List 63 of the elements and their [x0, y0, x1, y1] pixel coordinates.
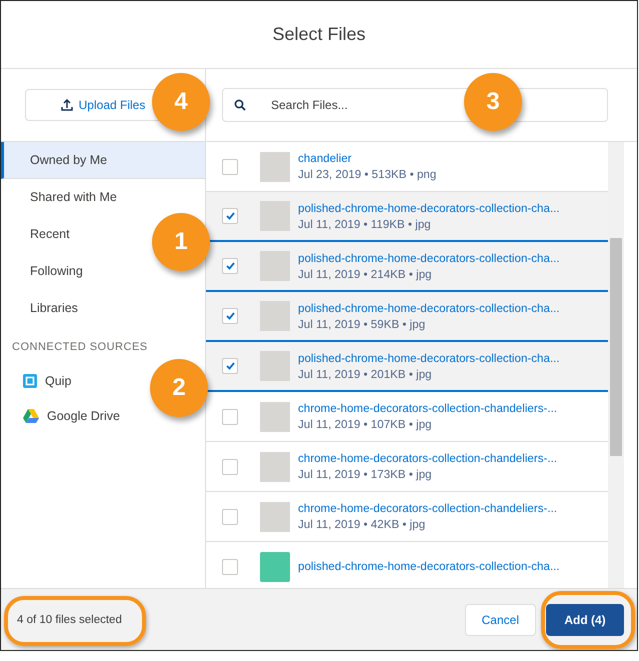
file-name-link[interactable]: chrome-home-decorators-collection-chandeliers-... [298, 402, 558, 415]
selection-status: 4 of 10 files selected [17, 614, 123, 626]
checkbox[interactable] [222, 308, 238, 324]
callout-tooltip: 1 [152, 213, 210, 271]
file-details: Jul 11, 2019 • 107KB • jpg [298, 418, 433, 431]
file-name-link[interactable]: chandelier [298, 152, 436, 165]
photo-placeholder [260, 201, 290, 231]
photo-placeholder [260, 402, 290, 432]
sidebar-item[interactable]: Libraries [1, 290, 205, 327]
file-details: Jul 23, 2019 • 513KB • png [298, 168, 436, 181]
callout-tooltip: 4 [152, 73, 210, 131]
scrollbar-thumb[interactable] [610, 238, 622, 456]
file-details: Jul 11, 2019 • 59KB • jpg [298, 318, 426, 330]
source-item[interactable]: Google Drive [47, 408, 120, 422]
file-name-link[interactable]: chrome-home-decorators-collection-chandeliers-... [298, 502, 558, 515]
scrollbar[interactable] [608, 142, 624, 588]
photo-placeholder [260, 301, 290, 331]
callout-tooltip: 3 [464, 73, 522, 131]
file-name-link[interactable]: polished-chrome-home-decorators-collection-cha... [298, 560, 560, 573]
check-icon [226, 212, 234, 220]
checkbox[interactable] [222, 408, 238, 424]
file-row[interactable]: polished-chrome-home-decorators-collection-cha... Jul 11, 2019 • 201KB • jpg [206, 342, 608, 392]
upload-icon [60, 99, 73, 111]
file-row[interactable]: polished-chrome-home-decorators-collection-cha... Jul 11, 2019 • 119KB • jpg [206, 192, 608, 242]
sidebar-item[interactable]: Shared with Me [1, 179, 205, 216]
checkbox[interactable] [222, 208, 238, 224]
quip-logo-icon [23, 374, 37, 388]
checkbox[interactable] [222, 558, 238, 574]
file-details: Jul 11, 2019 • 201KB • jpg [298, 368, 433, 380]
checkbox[interactable] [222, 258, 238, 274]
file-icon [260, 552, 290, 582]
search-icon [234, 99, 246, 111]
source-item[interactable]: Quip [45, 374, 72, 388]
file-name-link[interactable]: polished-chrome-home-decorators-collection-cha... [298, 202, 560, 214]
checkbox[interactable] [222, 358, 238, 374]
checkbox[interactable] [222, 458, 238, 474]
drive-logo-icon [23, 408, 39, 422]
file-row[interactable]: polished-chrome-home-decorators-collection-cha... Jul 11, 2019 • 214KB • jpg [206, 242, 608, 292]
photo-placeholder [260, 452, 290, 482]
add-button[interactable]: Add (4) [546, 604, 624, 636]
cancel-button[interactable]: Cancel [464, 604, 536, 636]
check-icon [226, 262, 234, 270]
photo-placeholder [260, 502, 290, 532]
callout-tooltip: 2 [150, 359, 208, 417]
checkbox[interactable] [222, 158, 238, 174]
file-name-link[interactable]: chrome-home-decorators-collection-chandeliers-... [298, 452, 558, 465]
checkbox[interactable] [222, 508, 238, 524]
check-icon [226, 312, 234, 320]
dialog-title: Select Files [272, 24, 366, 45]
check-icon [226, 362, 234, 370]
file-name-link[interactable]: polished-chrome-home-decorators-collection-cha... [298, 252, 560, 264]
section-heading: CONNECTED SOURCES [11, 340, 149, 355]
photo-placeholder [260, 351, 290, 381]
photo-placeholder [260, 152, 290, 182]
file-details: Jul 11, 2019 • 214KB • jpg [298, 268, 433, 280]
file-details: Jul 11, 2019 • 42KB • jpg [298, 518, 426, 531]
sidebar-item[interactable]: Owned by Me [1, 142, 205, 179]
photo-placeholder [260, 251, 290, 281]
file-details: Jul 11, 2019 • 173KB • jpg [298, 468, 433, 481]
file-name-link[interactable]: polished-chrome-home-decorators-collection-cha... [298, 302, 560, 314]
file-name-link[interactable]: polished-chrome-home-decorators-collection-cha... [298, 352, 560, 364]
file-details: Jul 11, 2019 • 119KB • jpg [298, 218, 432, 230]
file-row[interactable]: polished-chrome-home-decorators-collection-cha... Jul 11, 2019 • 59KB • jpg [206, 292, 608, 342]
